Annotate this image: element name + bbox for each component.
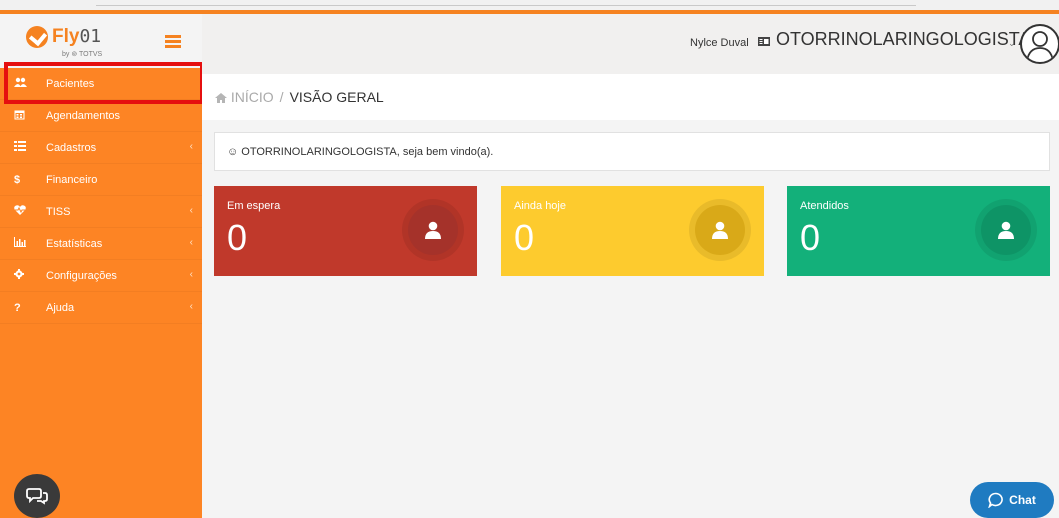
sidebar-item-financeiro[interactable]: $ Financeiro xyxy=(0,164,202,196)
chevron-left-icon: ‹ xyxy=(189,205,193,216)
chat-icon xyxy=(988,492,1004,508)
sidebar-item-pacientes[interactable]: Pacientes xyxy=(0,68,202,100)
card-label: Em espera xyxy=(227,200,281,212)
user-outline-icon xyxy=(1026,31,1054,62)
breadcrumb-home-label: INÍCIO xyxy=(230,89,274,105)
card-atendidos[interactable]: Atendidos 0 xyxy=(787,186,1050,276)
sidebar-item-ajuda[interactable]: ? Ajuda ‹ xyxy=(0,292,202,324)
sidebar-menu: Pacientes Agendamentos Cadastros ‹ $ Fin… xyxy=(0,68,202,324)
logo-text: Fly01 xyxy=(52,27,101,47)
avatar[interactable] xyxy=(1020,24,1059,64)
sidebar-item-agendamentos[interactable]: Agendamentos xyxy=(0,100,202,132)
breadcrumb-home-link[interactable]: INÍCIO xyxy=(215,89,274,105)
card-icon-circle xyxy=(402,199,464,261)
card-value: 0 xyxy=(227,217,248,258)
user-name[interactable]: Nylce Duval xyxy=(690,37,749,49)
welcome-text: ☺ OTORRINOLARINGOLOGISTA, seja bem vindo… xyxy=(227,145,494,158)
heartbeat-icon xyxy=(0,205,30,218)
card-icon-circle xyxy=(689,199,751,261)
welcome-message: ☺ OTORRINOLARINGOLOGISTA, seja bem vindo… xyxy=(214,132,1050,171)
sidebar-item-configuracoes[interactable]: Configurações ‹ xyxy=(0,260,202,292)
chat-button[interactable]: Chat xyxy=(970,482,1054,518)
card-label: Atendidos xyxy=(800,200,849,212)
chevron-left-icon: ‹ xyxy=(189,237,193,248)
chat-bubbles-icon xyxy=(26,488,48,505)
breadcrumb: INÍCIO / VISÃO GERAL xyxy=(202,74,1059,120)
logo-mark-icon xyxy=(26,26,48,48)
users-icon xyxy=(0,77,30,91)
question-icon: ? xyxy=(14,301,21,314)
brand-area: Fly01 by ⊚ TOTVS xyxy=(0,14,202,68)
list-icon xyxy=(0,141,30,154)
chevron-left-icon: ‹ xyxy=(189,301,193,312)
sidebar: Fly01 by ⊚ TOTVS Pacientes Agendamentos … xyxy=(0,14,202,518)
logo[interactable]: Fly01 xyxy=(26,26,101,48)
top-header: Nylce Duval OTORRINOLARINGOLOGISTA ⌄ xyxy=(202,14,1059,74)
dollar-icon: $ xyxy=(14,173,21,186)
gear-icon xyxy=(0,269,30,282)
card-value: 0 xyxy=(514,217,535,258)
top-divider xyxy=(96,5,916,6)
card-label: Ainda hoje xyxy=(514,200,566,212)
card-icon-circle xyxy=(975,199,1037,261)
card-ainda-hoje[interactable]: Ainda hoje 0 xyxy=(501,186,764,276)
bar-chart-icon xyxy=(0,237,30,250)
breadcrumb-separator: / xyxy=(279,89,284,105)
sidebar-item-estatisticas[interactable]: Estatísticas ‹ xyxy=(0,228,202,260)
sidebar-item-tiss[interactable]: TISS ‹ xyxy=(0,196,202,228)
sidebar-item-label: Configurações xyxy=(46,269,117,282)
user-icon xyxy=(712,221,728,239)
chevron-left-icon: ‹ xyxy=(189,269,193,280)
id-card-icon xyxy=(758,37,770,49)
sidebar-item-label: Financeiro xyxy=(46,173,98,186)
chevron-down-icon[interactable]: ⌄ xyxy=(1008,38,1016,49)
sidebar-item-label: Pacientes xyxy=(46,77,95,90)
card-em-espera[interactable]: Em espera 0 xyxy=(214,186,477,276)
user-icon xyxy=(425,221,441,239)
logo-digits: 01 xyxy=(79,26,102,47)
chevron-left-icon: ‹ xyxy=(189,141,193,152)
browser-strip xyxy=(0,0,1059,14)
sidebar-item-label: Ajuda xyxy=(46,301,75,314)
sidebar-item-cadastros[interactable]: Cadastros ‹ xyxy=(0,132,202,164)
card-value: 0 xyxy=(800,217,821,258)
calendar-icon xyxy=(0,109,30,123)
chat-label: Chat xyxy=(1009,493,1036,507)
chat-bubble-button[interactable] xyxy=(14,474,60,518)
role-dropdown[interactable]: OTORRINOLARINGOLOGISTA xyxy=(776,29,1030,50)
home-icon xyxy=(215,93,227,103)
sidebar-item-label: Agendamentos xyxy=(46,109,120,122)
sidebar-item-label: Estatísticas xyxy=(46,237,103,250)
logo-name: Fly xyxy=(52,26,80,47)
user-icon xyxy=(998,221,1014,239)
hamburger-menu-icon[interactable] xyxy=(165,35,181,49)
logo-subtitle: by ⊚ TOTVS xyxy=(62,51,103,58)
sidebar-item-label: TISS xyxy=(46,205,71,218)
sidebar-item-label: Cadastros xyxy=(46,141,97,154)
breadcrumb-current: VISÃO GERAL xyxy=(289,89,384,105)
